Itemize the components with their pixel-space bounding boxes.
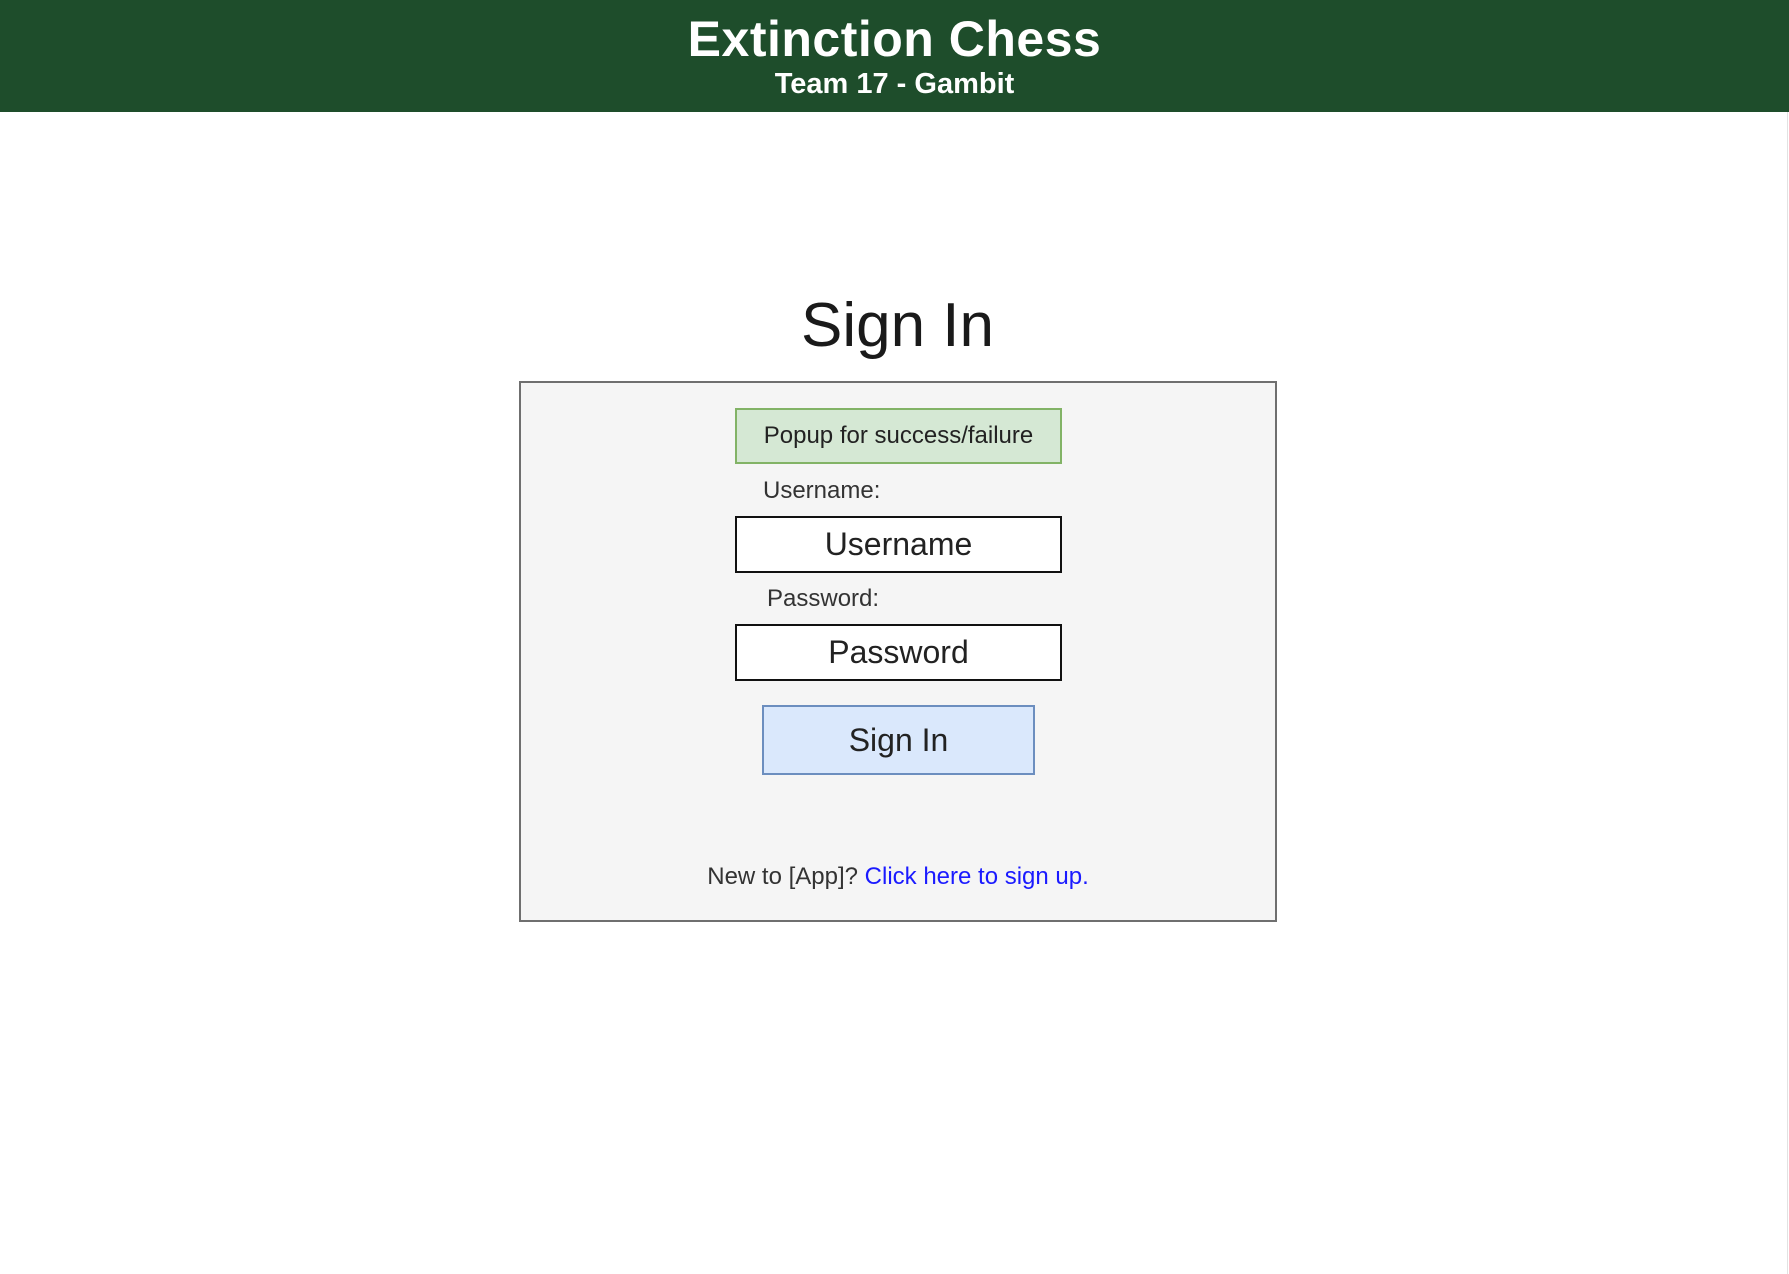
sign-in-button[interactable]: Sign In [762, 705, 1035, 775]
app-title: Extinction Chess [687, 11, 1102, 67]
username-input[interactable] [735, 516, 1062, 573]
password-label: Password: [767, 585, 880, 612]
password-input[interactable] [735, 624, 1062, 681]
page-edge-divider [1787, 112, 1788, 1274]
page-title: Sign In [800, 291, 995, 360]
app-header: Extinction Chess Team 17 - Gambit [0, 0, 1789, 112]
status-popup: Popup for success/failure [735, 408, 1062, 464]
signup-prompt: New to [App]? [707, 863, 858, 890]
app-subtitle: Team 17 - Gambit [774, 68, 1015, 100]
sign-up-link[interactable]: Click here to sign up. [865, 863, 1089, 890]
signup-prompt-line: New to [App]? Click here to sign up. [519, 862, 1277, 892]
username-label: Username: [763, 477, 881, 504]
